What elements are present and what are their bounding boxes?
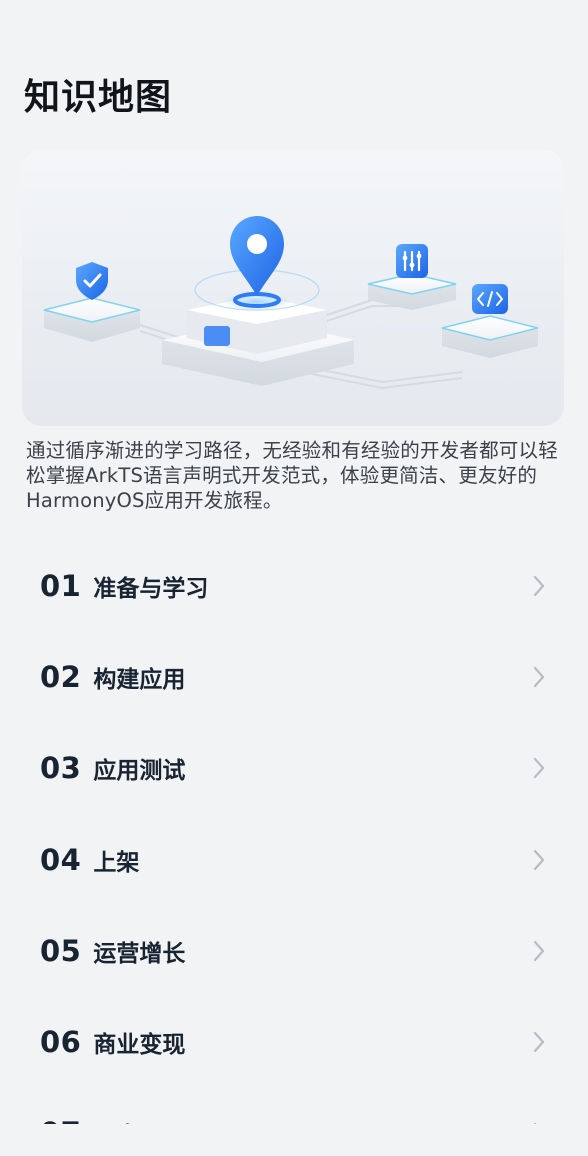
- shield-check-icon: [76, 262, 108, 300]
- hero-illustration: [22, 150, 564, 426]
- intro-description: 通过循序渐进的学习路径，无经验和有经验的开发者都可以轻松掌握ArkTS语言声明式…: [26, 439, 558, 512]
- chevron-right-icon: [533, 849, 545, 870]
- list-item-build-app[interactable]: 02 构建应用: [0, 631, 588, 722]
- knowledge-map-list: 01 准备与学习 02 构建应用 03 应用测试 04 上架 05 运营增长 0…: [0, 540, 588, 1124]
- list-item-prepare-learn[interactable]: 01 准备与学习: [0, 540, 588, 631]
- item-number: 07: [40, 1116, 81, 1124]
- page-title: 知识地图: [24, 77, 173, 118]
- list-item-app-testing[interactable]: 03 应用测试: [0, 723, 588, 814]
- chevron-right-icon: [533, 575, 545, 596]
- chevron-right-icon: [533, 666, 545, 688]
- item-label: 更多: [93, 1116, 139, 1124]
- location-pin-icon: [230, 216, 284, 296]
- list-item-more[interactable]: 07 更多: [0, 1088, 588, 1124]
- list-item-operations-growth[interactable]: 05 运营增长: [0, 905, 588, 996]
- chevron-right-icon: [533, 758, 545, 779]
- item-label: 商业变现: [93, 1032, 186, 1059]
- code-icon: [472, 284, 508, 314]
- item-label: 应用测试: [93, 758, 186, 785]
- chevron-right-icon: [533, 940, 545, 961]
- item-number: 04: [40, 842, 82, 877]
- list-item-publish[interactable]: 04 上架: [0, 814, 588, 905]
- item-number: 05: [40, 933, 82, 968]
- shield-block: [43, 297, 141, 342]
- sliders-block: [367, 273, 457, 310]
- code-block: [441, 315, 539, 358]
- item-number: 02: [40, 659, 82, 694]
- item-label: 上架: [93, 849, 140, 876]
- chevron-right-icon: [533, 1032, 545, 1053]
- item-number: 06: [40, 1025, 82, 1060]
- item-number: 01: [40, 568, 82, 603]
- list-item-monetization[interactable]: 06 商业变现: [0, 996, 588, 1087]
- item-label: 准备与学习: [93, 575, 209, 602]
- sliders-icon: [396, 244, 428, 278]
- item-number: 03: [40, 751, 82, 786]
- item-label: 运营增长: [93, 940, 186, 967]
- item-label: 构建应用: [93, 666, 186, 693]
- chevron-right-icon: [533, 1123, 537, 1124]
